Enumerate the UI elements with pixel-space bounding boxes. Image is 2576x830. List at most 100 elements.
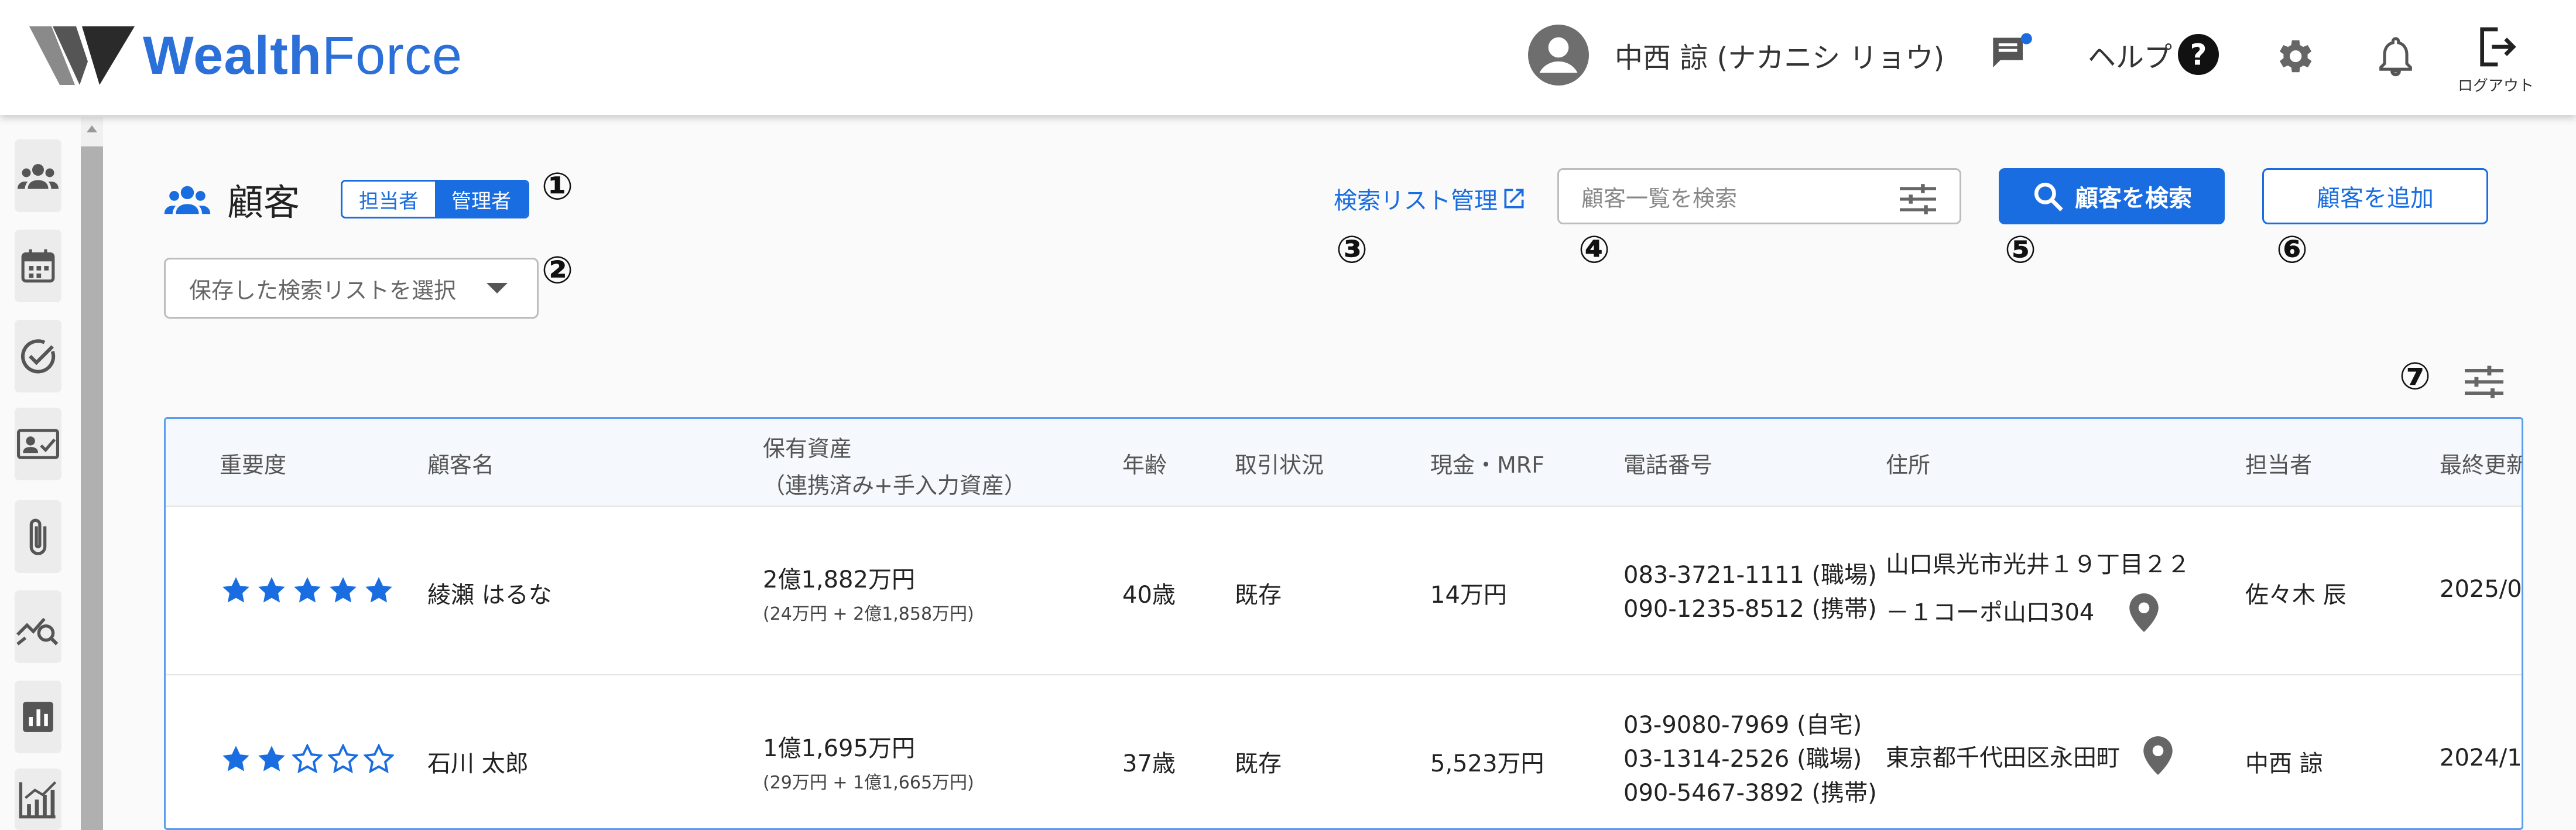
sidebar-item-performance[interactable] — [15, 768, 61, 830]
customer-search-placeholder: 顧客一覧を検索 — [1581, 185, 1738, 211]
scroll-up-arrow[interactable] — [81, 117, 103, 141]
customers-icon — [164, 186, 211, 214]
star-filled-icon[interactable] — [328, 575, 358, 606]
star-filled-icon[interactable] — [256, 575, 287, 606]
sidebar-item-customers[interactable] — [15, 139, 61, 212]
sidebar-item-reports[interactable] — [15, 681, 61, 753]
map-pin-icon[interactable] — [2129, 593, 2159, 632]
logout-label: ログアウト — [2458, 77, 2534, 95]
col-cash[interactable]: 現金・MRF — [1430, 447, 1544, 479]
col-address[interactable]: 住所 — [1886, 447, 1930, 479]
address: 山口県光市光井１９丁目２２ －１コーポ山口304 — [1886, 541, 2190, 637]
growth-chart-icon — [19, 781, 57, 818]
user-name: 中西 諒 (ナカニシ リョウ) — [1615, 42, 1945, 74]
toggle-assignee[interactable]: 担当者 — [342, 182, 436, 217]
toggle-admin[interactable]: 管理者 — [435, 182, 528, 217]
assets-detail: (24万円 + 2億1,858万円) — [763, 604, 974, 624]
logout-button[interactable]: ログアウト — [2458, 23, 2534, 95]
col-age[interactable]: 年齢 — [1122, 447, 1167, 479]
star-empty-icon[interactable] — [364, 744, 394, 774]
table-header: 重要度 顧客名 保有資産 （連携済み+手入力資産） 年齢 取引状況 現金・MRF… — [166, 419, 2522, 507]
notifications-button[interactable] — [2373, 33, 2418, 80]
marker-1: ① — [542, 165, 574, 209]
col-phone[interactable]: 電話番号 — [1623, 447, 1712, 479]
star-filled-icon[interactable] — [221, 744, 251, 774]
role-toggle: 担当者 管理者 — [341, 180, 530, 218]
logout-icon — [2480, 27, 2516, 67]
calendar-icon — [21, 249, 55, 283]
col-assets[interactable]: 保有資産 （連携済み+手入力資産） — [763, 431, 1026, 500]
cash: 5,523万円 — [1430, 750, 1544, 777]
sidebar-item-calendar[interactable] — [15, 230, 61, 302]
importance-stars — [221, 575, 399, 612]
customer-name[interactable]: 綾瀬 はるな — [427, 576, 552, 610]
marker-2: ② — [542, 249, 574, 292]
marker-3: ③ — [1336, 228, 1368, 272]
address: 東京都千代田区永田町 — [1886, 736, 2173, 775]
map-pin-icon[interactable] — [2143, 736, 2173, 775]
search-list-management-link[interactable]: 検索リスト管理 — [1334, 182, 1527, 216]
filter-sliders-icon[interactable] — [1900, 184, 1936, 214]
col-assets-sublabel: （連携済み+手入力資産） — [763, 473, 1026, 498]
page-title: 顧客 — [227, 181, 300, 224]
col-last-updated[interactable]: 最終更新 — [2440, 447, 2522, 479]
star-filled-icon[interactable] — [221, 575, 251, 606]
column-settings-icon[interactable] — [2465, 364, 2503, 399]
help-button[interactable]: ヘルプ ? — [2088, 34, 2219, 75]
saved-search-list-select[interactable]: 保存した検索リストを選択 — [164, 258, 539, 319]
sidebar-item-tasks[interactable] — [15, 320, 61, 392]
col-customer-name[interactable]: 顧客名 — [427, 447, 494, 479]
table-row[interactable]: 綾瀬 はるな 2億1,882万円 (24万円 + 2億1,858万円) 40歳 … — [166, 507, 2522, 675]
star-empty-icon[interactable] — [292, 744, 323, 774]
page-header: 顧客 担当者 管理者 — [164, 173, 530, 226]
owner: 佐々木 辰 — [2245, 582, 2347, 609]
col-importance[interactable]: 重要度 — [220, 447, 286, 479]
paperclip-icon — [29, 518, 47, 555]
sidebar-item-analysis[interactable] — [15, 590, 61, 663]
owner: 中西 諒 — [2245, 750, 2323, 777]
star-filled-icon[interactable] — [256, 744, 287, 774]
customer-search-input[interactable]: 顧客一覧を検索 — [1557, 168, 1961, 224]
wealthforce-logo[interactable]: WealthForce — [29, 25, 463, 86]
search-customers-button[interactable]: 顧客を検索 — [1999, 168, 2225, 224]
trend-search-icon — [16, 617, 59, 645]
customer-name[interactable]: 石川 太郎 — [427, 744, 529, 778]
star-empty-icon[interactable] — [328, 744, 358, 774]
gear-icon — [2279, 40, 2312, 73]
external-link-icon — [1504, 189, 1524, 209]
marker-7: ⑦ — [2399, 355, 2431, 398]
assets-total: 1億1,695万円 — [763, 735, 915, 762]
assets-cell: 1億1,695万円 (29万円 + 1億1,665万円) — [763, 729, 974, 794]
messages-button[interactable] — [1989, 32, 2034, 77]
chat-icon — [1993, 33, 2032, 68]
address-line-1: 山口県光市光井１９丁目２２ — [1886, 551, 2190, 578]
add-customer-button[interactable]: 顧客を追加 — [2262, 168, 2488, 224]
assets-detail: (29万円 + 1億1,665万円) — [763, 773, 974, 793]
settings-button[interactable] — [2272, 34, 2316, 78]
search-icon — [2034, 182, 2063, 211]
importance-stars — [221, 744, 399, 780]
marker-6: ⑥ — [2276, 228, 2308, 272]
last-updated: 2025/05 — [2440, 576, 2522, 603]
search-list-management-label: 検索リスト管理 — [1334, 187, 1498, 214]
col-owner[interactable]: 担当者 — [2245, 447, 2312, 479]
sidebar-scrollbar-thumb[interactable] — [81, 146, 103, 830]
age: 37歳 — [1122, 750, 1176, 777]
address-line-2: －１コーポ山口304 — [1886, 599, 2095, 626]
col-assets-label: 保有資産 — [763, 436, 852, 462]
phone-home: 03-9080-7969 (自宅) — [1623, 712, 1862, 739]
sidebar-item-attachments[interactable] — [15, 500, 61, 573]
star-filled-icon[interactable] — [292, 575, 323, 606]
logo-mark-icon — [29, 26, 135, 85]
status: 既存 — [1235, 582, 1282, 609]
col-status[interactable]: 取引状況 — [1235, 447, 1324, 479]
star-filled-icon[interactable] — [364, 575, 394, 606]
brand-wealth: Wealth — [143, 25, 322, 86]
contact-card-icon — [17, 429, 59, 459]
phone-mobile: 090-1235-8512 (携帯) — [1623, 596, 1877, 623]
saved-search-list-placeholder: 保存した検索リストを選択 — [189, 277, 457, 303]
user-menu[interactable]: 中西 諒 (ナカニシ リョウ) — [1528, 25, 1944, 86]
marker-5: ⑤ — [2005, 228, 2037, 272]
sidebar-item-contacts[interactable] — [15, 408, 61, 480]
table-row[interactable]: 石川 太郎 1億1,695万円 (29万円 + 1億1,665万円) 37歳 既… — [166, 675, 2522, 828]
